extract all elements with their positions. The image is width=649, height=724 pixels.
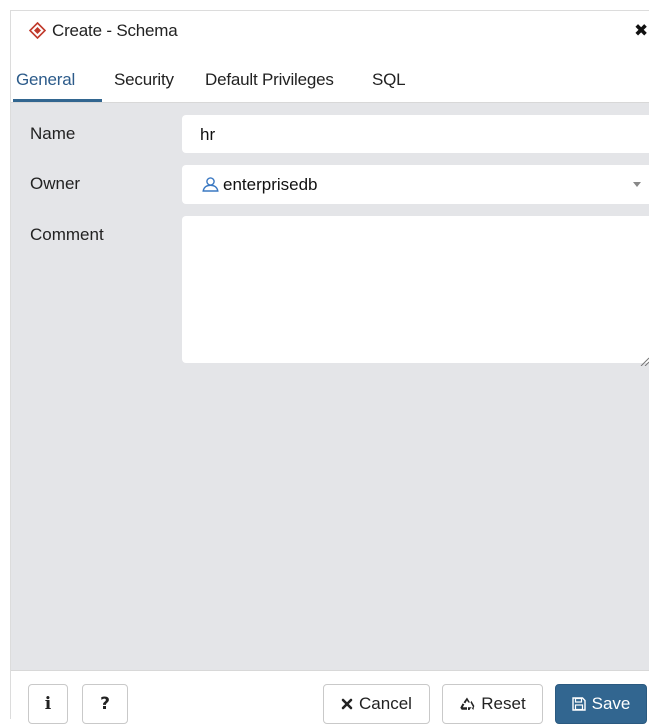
dialog-title: Create - Schema bbox=[52, 21, 178, 40]
active-tab-indicator bbox=[13, 99, 102, 102]
schema-icon bbox=[28, 21, 47, 40]
create-schema-dialog: Create - Schema ✖ General Security Defau… bbox=[10, 10, 649, 724]
name-input[interactable]: hr bbox=[182, 115, 649, 153]
help-button[interactable]: ? bbox=[82, 684, 128, 724]
tab-security[interactable]: Security bbox=[114, 70, 174, 90]
comment-label: Comment bbox=[30, 225, 104, 244]
reset-button[interactable]: Reset bbox=[442, 684, 543, 724]
tab-default-privileges[interactable]: Default Privileges bbox=[205, 70, 334, 90]
floppy-disk-icon bbox=[571, 697, 586, 711]
resize-grip-icon[interactable] bbox=[640, 353, 649, 367]
tab-sql[interactable]: SQL bbox=[372, 70, 406, 90]
owner-select-value: enterprisedb bbox=[223, 175, 318, 194]
close-icon bbox=[341, 698, 353, 710]
info-button[interactable]: i bbox=[28, 684, 68, 724]
save-button-label: Save bbox=[591, 694, 631, 713]
info-icon: i bbox=[44, 694, 52, 714]
cancel-button[interactable]: Cancel bbox=[323, 684, 430, 724]
user-icon bbox=[202, 177, 219, 192]
tab-general[interactable]: General bbox=[16, 70, 75, 90]
dialog-titlebar[interactable]: Create - Schema ✖ bbox=[11, 10, 649, 51]
dialog-footer: i ? Cancel Reset Save bbox=[11, 670, 649, 724]
recycle-icon bbox=[459, 696, 475, 712]
owner-select[interactable]: enterprisedb bbox=[182, 165, 649, 204]
general-tab-panel: Name hr Owner enterprisedb Comment bbox=[11, 103, 649, 670]
owner-label: Owner bbox=[30, 174, 81, 193]
reset-button-label: Reset bbox=[481, 694, 526, 713]
tab-bar: General Security Default Privileges SQL bbox=[11, 60, 649, 103]
close-icon[interactable]: ✖ bbox=[634, 22, 648, 40]
chevron-down-icon[interactable] bbox=[633, 182, 641, 187]
help-icon: ? bbox=[100, 694, 110, 714]
comment-textarea[interactable] bbox=[182, 216, 649, 367]
save-button[interactable]: Save bbox=[555, 684, 647, 724]
name-input-value: hr bbox=[200, 125, 216, 144]
name-label: Name bbox=[30, 124, 76, 143]
cancel-button-label: Cancel bbox=[359, 694, 412, 713]
